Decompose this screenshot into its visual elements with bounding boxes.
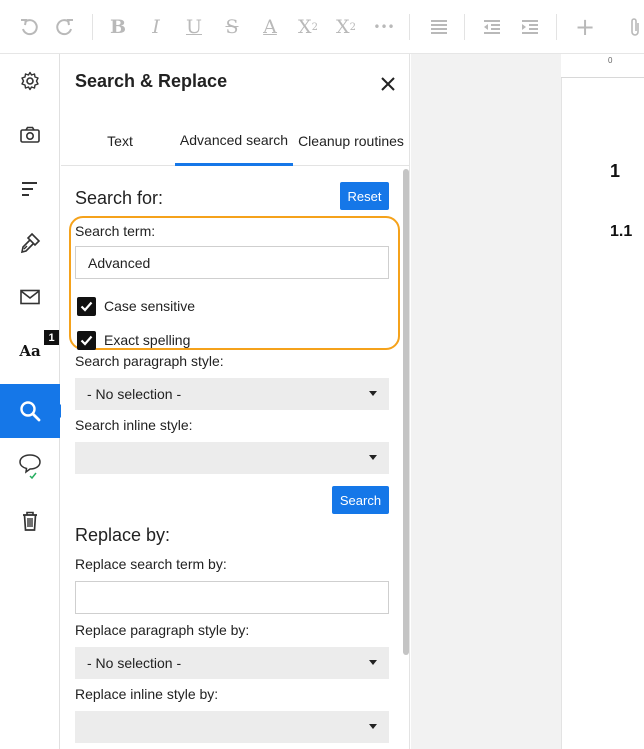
align-icon[interactable] [424, 12, 454, 42]
sidebar-rail: Aa 1 [0, 54, 67, 749]
strikethrough-icon[interactable]: S [217, 12, 247, 42]
tab-cleanup-routines[interactable]: Cleanup routines [295, 116, 407, 166]
document-margin [411, 54, 561, 749]
heading-number-1[interactable]: 1 [610, 161, 620, 182]
format-paint-icon[interactable] [0, 216, 60, 270]
subscript-glyph: X [336, 16, 350, 38]
toolbar-divider [556, 14, 557, 40]
outline-icon[interactable] [0, 162, 60, 216]
insert-icon[interactable]: + [570, 12, 600, 42]
tab-bar: Text Advanced search Cleanup routines [61, 116, 410, 166]
more-icon[interactable]: ••• [369, 12, 399, 42]
replace-by-heading: Replace by: [75, 525, 171, 545]
editor-toolbar: B I U S A X2 X2 ••• + [0, 0, 644, 54]
replace-inline-style-select[interactable] [75, 711, 389, 743]
exact-spelling-label: Exact spelling [104, 332, 191, 348]
subscript-mark: 2 [349, 21, 356, 33]
select-value: - No selection - [87, 655, 182, 671]
styles-badge: 1 [44, 330, 59, 345]
panel-content: Search for: Reset Search term: Advanced … [61, 166, 410, 749]
tab-text[interactable]: Text [75, 116, 165, 166]
toolbar-divider [409, 14, 410, 40]
search-inline-style-label: Search inline style: [75, 417, 193, 433]
comments-icon[interactable] [0, 440, 60, 494]
toolbar-divider [464, 14, 465, 40]
replace-paragraph-style-label: Replace paragraph style by: [75, 622, 250, 638]
subscript-icon[interactable]: X2 [331, 12, 361, 42]
checkbox-checked-icon [77, 330, 96, 350]
text-color-icon[interactable]: A [255, 12, 285, 42]
ruler: 0 [561, 54, 644, 78]
exact-spelling-checkbox[interactable]: Exact spelling [77, 329, 190, 351]
outdent-icon[interactable] [477, 12, 507, 42]
search-inline-style-select[interactable] [75, 442, 389, 474]
attachment-icon[interactable] [620, 12, 644, 42]
select-value: - No selection - [87, 386, 182, 402]
superscript-glyph: X [298, 16, 312, 38]
heading-number-1-1[interactable]: 1.1 [610, 223, 632, 241]
case-sensitive-label: Case sensitive [104, 298, 196, 314]
reset-button[interactable]: Reset [340, 182, 389, 210]
document-page[interactable] [561, 54, 644, 749]
search-for-heading: Search for: [75, 188, 164, 208]
replace-inline-style-label: Replace inline style by: [75, 686, 219, 702]
checkbox-checked-icon [77, 296, 96, 316]
ruler-zero: 0 [608, 56, 613, 65]
search-replace-panel: Search & Replace Text Advanced search Cl… [61, 54, 410, 749]
mail-icon[interactable] [0, 270, 60, 324]
toolbar-divider [92, 14, 93, 40]
case-sensitive-checkbox[interactable]: Case sensitive [77, 295, 195, 317]
camera-icon[interactable] [0, 108, 60, 162]
superscript-mark: 2 [311, 21, 318, 33]
chevron-down-icon [369, 724, 377, 729]
italic-icon[interactable]: I [141, 12, 171, 42]
indent-icon[interactable] [515, 12, 545, 42]
chevron-down-icon [369, 391, 377, 396]
search-icon[interactable] [0, 384, 67, 438]
superscript-icon[interactable]: X2 [293, 12, 323, 42]
redo-icon[interactable] [50, 12, 80, 42]
undo-icon[interactable] [14, 12, 44, 42]
chevron-down-icon [369, 455, 377, 460]
trash-icon[interactable] [0, 494, 60, 548]
search-button[interactable]: Search [332, 486, 389, 514]
panel-scrollbar[interactable] [403, 169, 409, 655]
search-paragraph-style-select[interactable]: - No selection - [75, 378, 389, 410]
bold-icon[interactable]: B [103, 12, 133, 42]
chevron-down-icon [369, 660, 377, 665]
replace-paragraph-style-select[interactable]: - No selection - [75, 647, 389, 679]
styles-glyph: Aa [19, 342, 41, 360]
search-term-input[interactable]: Advanced [75, 246, 389, 279]
search-term-group: Search term: Advanced Case sensitive Exa… [61, 216, 410, 352]
close-icon [381, 77, 395, 91]
underline-icon[interactable]: U [179, 12, 209, 42]
settings-icon[interactable] [0, 54, 60, 108]
search-term-label: Search term: [75, 223, 156, 239]
tab-advanced-search[interactable]: Advanced search [175, 116, 293, 166]
replace-term-label: Replace search term by: [75, 556, 227, 572]
panel-title: Search & Replace [75, 71, 228, 91]
close-button[interactable] [377, 73, 399, 95]
replace-term-input[interactable] [75, 581, 389, 614]
search-paragraph-style-label: Search paragraph style: [75, 353, 224, 369]
